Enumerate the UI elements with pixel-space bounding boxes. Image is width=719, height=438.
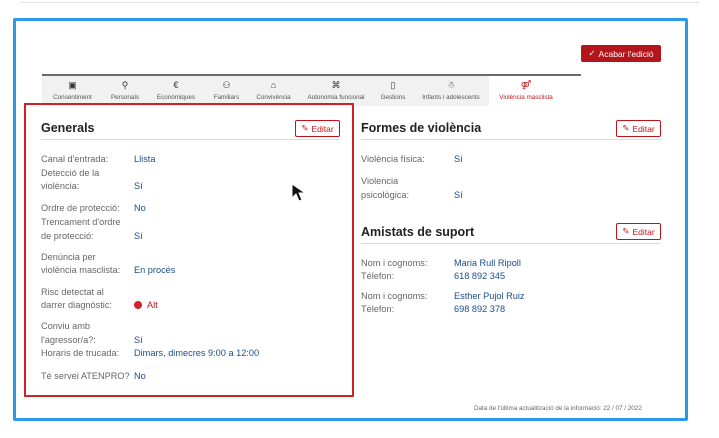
pencil-icon: ✎ bbox=[301, 123, 309, 133]
tab-label: Convivència bbox=[256, 94, 291, 101]
pencil-icon: ✎ bbox=[622, 226, 630, 236]
check-icon: ✓ bbox=[588, 48, 596, 58]
amistats-edit-button[interactable]: ✎ Editar bbox=[616, 223, 661, 240]
fisica-label: Violència física: bbox=[361, 154, 425, 164]
edit-label: Editar bbox=[311, 123, 334, 134]
generals-title: Generals bbox=[41, 121, 95, 135]
id-card-icon: ▣ bbox=[68, 80, 77, 90]
risc-value-text: Alt bbox=[147, 300, 158, 310]
risc-label-line2: darrer diagnòstic: bbox=[41, 300, 112, 310]
formes-edit-button[interactable]: ✎ Editar bbox=[616, 120, 661, 137]
tab-label: Gestions bbox=[380, 94, 406, 101]
atenpro-label: Té servei ATENPRO? bbox=[41, 371, 130, 381]
fisica-value: Sí bbox=[454, 154, 463, 164]
amistats-divider bbox=[361, 243, 661, 244]
top-divider bbox=[20, 2, 699, 3]
conviu-value: Sí bbox=[134, 335, 143, 345]
tab-infants-adolescents[interactable]: ☃ Infants i adolescents bbox=[413, 76, 489, 106]
euro-icon: € bbox=[173, 80, 179, 90]
risc-label-line1: Risc detectat al bbox=[41, 287, 104, 297]
psicologica-label-line2: psicològica: bbox=[361, 190, 410, 200]
tab-personals[interactable]: ⚲ Personals bbox=[103, 76, 147, 106]
deteccio-label-line2: violència: bbox=[41, 181, 80, 191]
tab-label: Consentiment bbox=[53, 94, 92, 101]
denuncia-label-line2: violència masclista: bbox=[41, 265, 121, 275]
formes-divider bbox=[361, 139, 661, 140]
last-update-note: Data de l'última actualització de la inf… bbox=[474, 405, 642, 412]
person-icon: ⚲ bbox=[121, 80, 129, 90]
generals-edit-button[interactable]: ✎ Editar bbox=[295, 120, 340, 137]
ordre-value: No bbox=[134, 203, 146, 213]
tab-violencia-masclista[interactable]: ⚤ Violència masclista bbox=[489, 76, 563, 106]
tab-label: Personals bbox=[110, 94, 139, 101]
conviu-label-line1: Conviu amb bbox=[41, 321, 91, 331]
deteccio-value: Sí bbox=[134, 181, 143, 191]
formes-title: Formes de violència bbox=[361, 121, 482, 135]
contact-1-phone-label: Télefon: bbox=[361, 271, 395, 281]
children-icon: ☃ bbox=[446, 80, 456, 90]
tab-familiars[interactable]: ⚇ Familiars bbox=[205, 76, 248, 106]
tab-label: Econòmiques bbox=[156, 94, 196, 101]
edit-label: Editar bbox=[632, 123, 655, 134]
generals-divider bbox=[41, 139, 340, 140]
edit-label: Editar bbox=[632, 226, 655, 237]
tab-gestions[interactable]: ▯ Gestions bbox=[373, 76, 413, 106]
trencament-label-line1: Trencament d'ordre bbox=[41, 217, 121, 227]
canal-label: Canal d'entrada: bbox=[41, 154, 109, 164]
risk-dot-icon bbox=[134, 301, 142, 309]
atenpro-value: No bbox=[134, 371, 146, 381]
gender-icon: ⚤ bbox=[520, 80, 532, 90]
clipboard-icon: ▯ bbox=[390, 80, 396, 90]
risc-value: Alt bbox=[134, 299, 158, 312]
contact-2-name: Esther Pujol Ruiz bbox=[454, 291, 525, 301]
horaris-label: Horaris de trucada: bbox=[41, 348, 120, 358]
family-icon: ⚇ bbox=[222, 80, 231, 90]
denuncia-value: En procés bbox=[134, 265, 176, 275]
tab-label: Autonomia funcional bbox=[307, 94, 365, 101]
contact-2-name-label: Nom i cognoms: bbox=[361, 291, 428, 301]
tab-label: Infants i adolescents bbox=[422, 94, 480, 101]
deteccio-label-line1: Detecció de la bbox=[41, 168, 100, 178]
psicologica-label-line1: Violencia bbox=[361, 176, 399, 186]
conviu-label-line2: l'agressor/a?: bbox=[41, 335, 96, 345]
psicologica-value: Sí bbox=[454, 190, 463, 200]
tabbar: ▣ Consentiment ⚲ Personals € Econòmiques… bbox=[42, 74, 581, 106]
puzzle-icon: ⌘ bbox=[331, 80, 341, 90]
contact-1-phone: 618 892 345 bbox=[454, 271, 506, 281]
pencil-icon: ✎ bbox=[622, 123, 630, 133]
tab-label: Violència masclista bbox=[499, 94, 553, 101]
mouse-pointer-icon bbox=[291, 183, 307, 202]
canal-value: Llista bbox=[134, 154, 156, 164]
tab-label: Familiars bbox=[213, 94, 240, 101]
denuncia-label-line1: Denúncia per bbox=[41, 252, 96, 262]
tab-convivencia[interactable]: ⌂ Convivència bbox=[248, 76, 299, 106]
contact-2-phone-label: Télefon: bbox=[361, 304, 395, 314]
finish-edit-button[interactable]: ✓ Acabar l'edició bbox=[581, 45, 661, 62]
finish-edit-label: Acabar l'edició bbox=[598, 48, 654, 59]
trencament-value: Sí bbox=[134, 231, 143, 241]
home-icon: ⌂ bbox=[270, 80, 277, 90]
trencament-label-line2: de protecció: bbox=[41, 231, 94, 241]
ordre-label: Ordre de protecció: bbox=[41, 203, 120, 213]
horaris-value: Dimars, dimecres 9:00 a 12:00 bbox=[134, 348, 260, 358]
contact-1-name-label: Nom i cognoms: bbox=[361, 258, 428, 268]
tab-autonomia-funcional[interactable]: ⌘ Autonomia funcional bbox=[299, 76, 373, 106]
tab-consentiment[interactable]: ▣ Consentiment bbox=[42, 76, 103, 106]
contact-2-phone: 698 892 378 bbox=[454, 304, 506, 314]
amistats-title: Amistats de suport bbox=[361, 225, 475, 239]
tab-economiques[interactable]: € Econòmiques bbox=[147, 76, 205, 106]
contact-1-name: Maria Rull Ripoll bbox=[454, 258, 521, 268]
